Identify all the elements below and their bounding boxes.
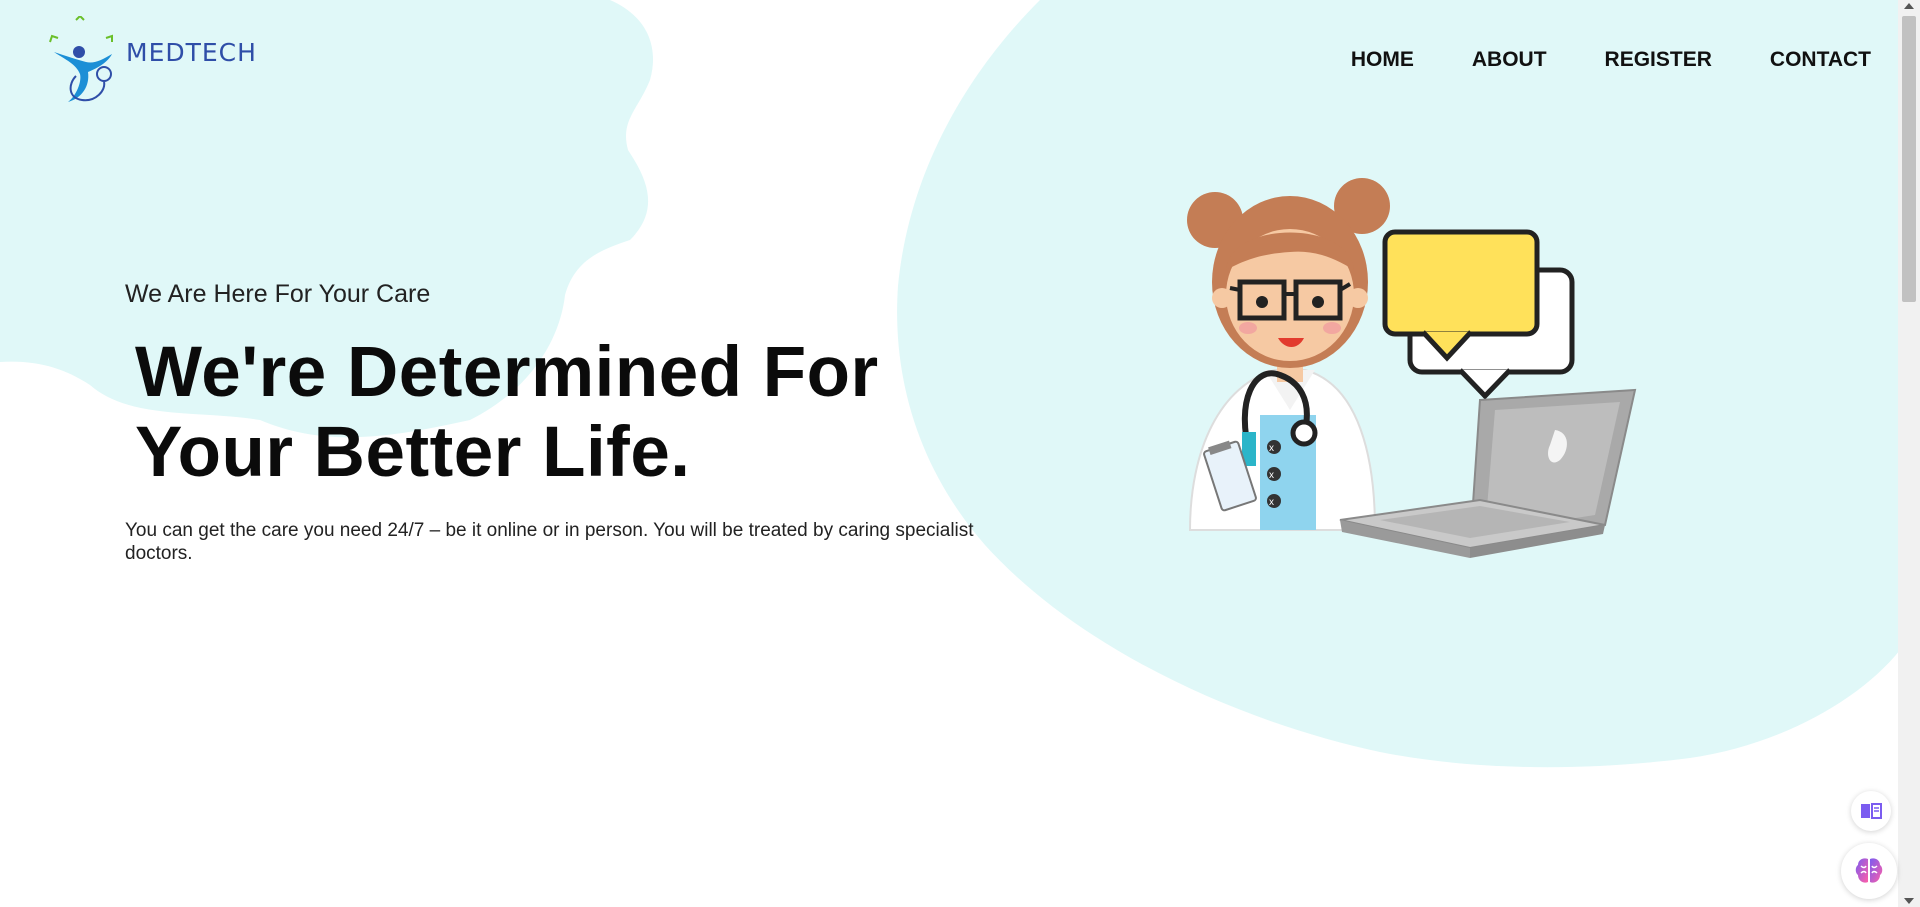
nav-about[interactable]: ABOUT — [1472, 48, 1547, 72]
doctor-illustration: x x x — [1187, 178, 1637, 558]
nav-register[interactable]: REGISTER — [1605, 48, 1712, 72]
hero-headline: We're Determined For Your Better Life. — [135, 333, 879, 492]
brand-logo[interactable]: MEDTECH — [46, 16, 257, 102]
svg-text:x: x — [1269, 497, 1274, 508]
svg-text:x: x — [1269, 443, 1274, 454]
doctor-figure: x x x — [1187, 178, 1390, 531]
nav-home[interactable]: HOME — [1351, 48, 1414, 72]
brain-icon — [1855, 858, 1883, 883]
nav-contact[interactable]: CONTACT — [1770, 48, 1871, 72]
laptop — [1339, 388, 1637, 558]
reader-extension-button[interactable] — [1851, 791, 1891, 831]
medtech-logo-icon — [49, 16, 113, 102]
hero-section: We Are Here For Your Care We're Determin… — [125, 280, 1025, 565]
scroll-thumb[interactable] — [1902, 16, 1916, 302]
scroll-down-arrow-icon[interactable] — [1904, 898, 1914, 904]
hero-tagline: We Are Here For Your Care — [125, 280, 431, 308]
scroll-up-arrow-icon[interactable] — [1904, 3, 1914, 9]
book-icon — [1861, 803, 1882, 819]
hero-description: You can get the care you need 24/7 – be … — [125, 520, 974, 564]
page-scrollbar[interactable] — [1898, 0, 1920, 907]
ai-assistant-button[interactable] — [1841, 843, 1897, 899]
brand-name: MEDTECH — [126, 37, 257, 67]
svg-text:x: x — [1269, 470, 1274, 481]
main-nav: HOME ABOUT REGISTER CONTACT — [1351, 48, 1871, 72]
